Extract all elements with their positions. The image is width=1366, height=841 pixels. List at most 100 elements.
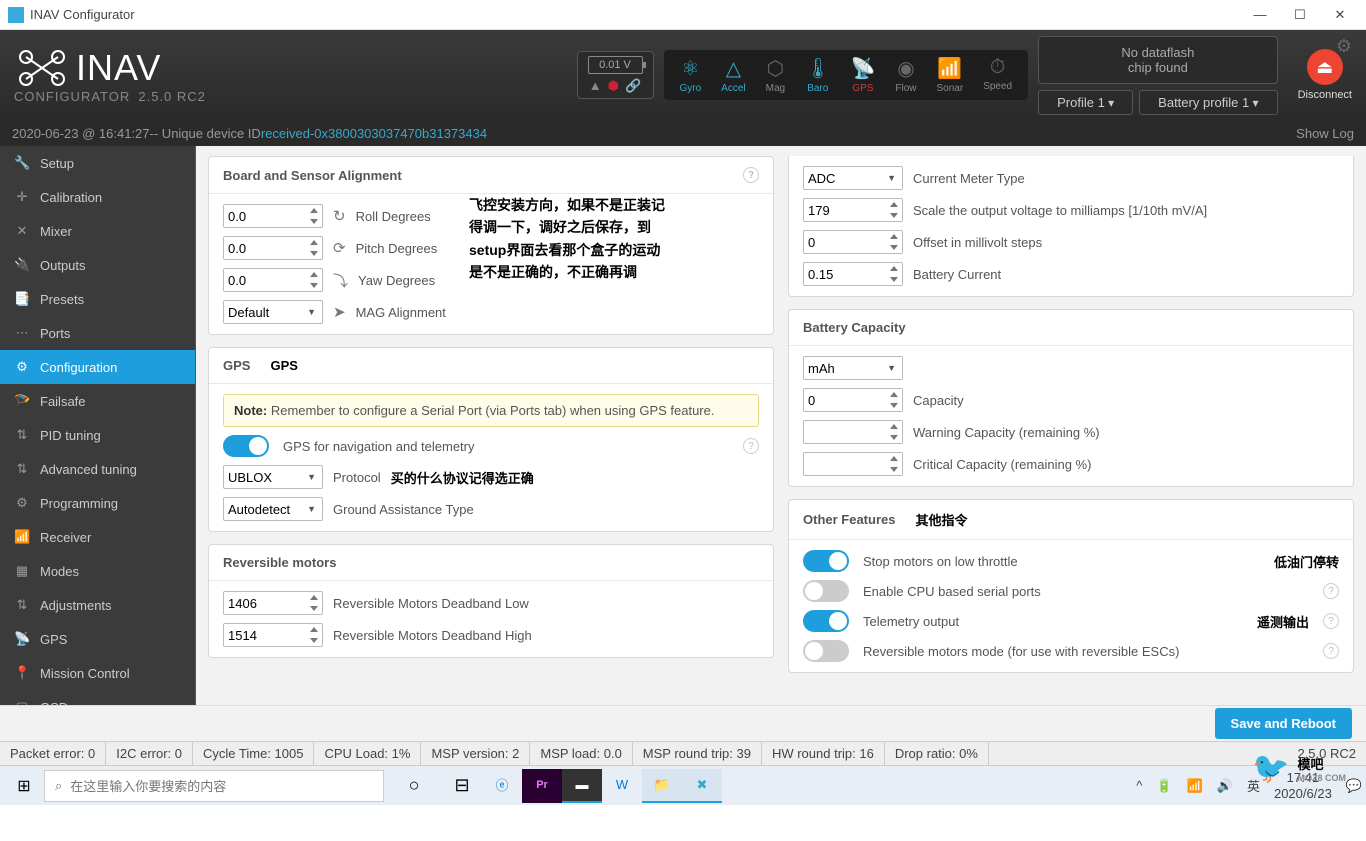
pitch-icon: ⟳: [333, 239, 346, 257]
bottom-bar: Save and Reboot: [0, 705, 1366, 741]
cortana-icon[interactable]: ○: [394, 766, 434, 806]
sidebar-item-receiver[interactable]: 📶Receiver: [0, 520, 195, 554]
capacity-input[interactable]: 0: [803, 388, 903, 412]
current-type-select[interactable]: ADC: [803, 166, 903, 190]
rev-high-input[interactable]: 1514: [223, 623, 323, 647]
help-icon[interactable]: ?: [1323, 643, 1339, 659]
help-icon[interactable]: ?: [1323, 583, 1339, 599]
settings-gear-icon[interactable]: ⚙: [1336, 36, 1352, 57]
yaw-input[interactable]: 0.0: [223, 268, 323, 292]
inav-app-icon[interactable]: ✖: [682, 769, 722, 803]
dataflash-status: No dataflashchip found: [1038, 36, 1277, 84]
explorer-icon[interactable]: 📁: [642, 769, 682, 803]
tray-volume-icon[interactable]: 🔊: [1217, 778, 1233, 794]
sidebar-item-configuration[interactable]: ⚙Configuration: [0, 350, 195, 384]
stop-motors-toggle[interactable]: [803, 550, 849, 572]
start-button[interactable]: ⊞: [4, 766, 44, 806]
titlebar: INAV Configurator — ☐ ✕: [0, 0, 1366, 30]
sidebar-item-modes[interactable]: ▦Modes: [0, 554, 195, 588]
sidebar-item-mixer[interactable]: ✕Mixer: [0, 214, 195, 248]
sidebar-item-mission-control[interactable]: 📍Mission Control: [0, 656, 195, 690]
crit-capacity-input[interactable]: [803, 452, 903, 476]
sidebar-item-pid-tuning[interactable]: ⇅PID tuning: [0, 418, 195, 452]
alert-icon: ⬢: [608, 78, 619, 94]
sensor-sonar: 📶Sonar: [927, 54, 974, 96]
current-panel: ADCCurrent Meter Type 179Scale the outpu…: [788, 156, 1354, 297]
reversible-mode-toggle[interactable]: [803, 640, 849, 662]
tray-wifi-icon[interactable]: 📶: [1187, 778, 1203, 794]
help-icon[interactable]: ?: [1323, 613, 1339, 629]
battery-widget: 0.01 V ▲ ⬢ 🔗: [577, 51, 654, 99]
taskbar-search[interactable]: ⌕在这里输入你要搜索的内容: [44, 770, 384, 802]
sensor-accel: △Accel: [711, 54, 755, 96]
wps-app-icon[interactable]: W: [602, 769, 642, 803]
sidebar-item-gps[interactable]: 📡GPS: [0, 622, 195, 656]
sidebar-item-ports[interactable]: ⋯Ports: [0, 316, 195, 350]
alignment-note-cn: 飞控安装方向，如果不是正装记得调一下，调好之后保存，到setup界面去看那个盒子…: [469, 194, 669, 284]
status-cell: Drop ratio: 0%: [885, 742, 989, 765]
sidebar-item-adjustments[interactable]: ⇅Adjustments: [0, 588, 195, 622]
show-log-button[interactable]: Show Log: [1296, 126, 1354, 141]
other-features-panel: Other Features其他指令 Stop motors on low th…: [788, 499, 1354, 673]
sidebar-item-presets[interactable]: 📑Presets: [0, 282, 195, 316]
edge-app-icon[interactable]: ⓔ: [482, 769, 522, 803]
status-cell: MSP round trip: 39: [633, 742, 762, 765]
warning-icon: ▲: [589, 78, 602, 94]
battery-profile-select[interactable]: Battery profile 1 ▾: [1139, 90, 1277, 115]
window-title: INAV Configurator: [30, 7, 1250, 22]
sensor-mag: ⬡Mag: [756, 54, 795, 96]
sensor-gyro: ⚛Gyro: [670, 54, 712, 96]
rev-low-input[interactable]: 1406: [223, 591, 323, 615]
maximize-button[interactable]: ☐: [1290, 7, 1310, 23]
close-button[interactable]: ✕: [1330, 7, 1350, 23]
capacity-panel: Battery Capacity mAh 0Capacity Warning C…: [788, 309, 1354, 487]
tray-up-icon[interactable]: ^: [1136, 778, 1142, 793]
current-scale-input[interactable]: 179: [803, 198, 903, 222]
telemetry-toggle[interactable]: [803, 610, 849, 632]
sidebar-item-osd[interactable]: ▢OSD: [0, 690, 195, 705]
current-offset-input[interactable]: 0: [803, 230, 903, 254]
save-reboot-button[interactable]: Save and Reboot: [1215, 708, 1352, 739]
help-icon[interactable]: ?: [743, 438, 759, 454]
help-icon[interactable]: ?: [743, 167, 759, 183]
sidebar-item-setup[interactable]: 🔧Setup: [0, 146, 195, 180]
tray-battery-icon[interactable]: 🔋: [1156, 778, 1172, 794]
profile-select[interactable]: Profile 1 ▾: [1038, 90, 1133, 115]
alignment-panel: Board and Sensor Alignment? 0.0↻Roll Deg…: [208, 156, 774, 335]
logo-text: INAV: [76, 47, 161, 89]
sidebar-item-programming[interactable]: ⚙Programming: [0, 486, 195, 520]
search-icon: ⌕: [55, 778, 62, 794]
battery-current-input[interactable]: 0.15: [803, 262, 903, 286]
battery-icon: 0.01 V: [588, 56, 643, 74]
sidebar-item-outputs[interactable]: 🔌Outputs: [0, 248, 195, 282]
taskview-icon[interactable]: ⊟: [442, 766, 482, 806]
disconnect-button[interactable]: Disconnect: [1298, 89, 1352, 101]
sensor-bar: ⚛Gyro△Accel⬡Mag🌡Baro📡GPS◉Flow📶Sonar⏱Spee…: [664, 50, 1029, 100]
premiere-app-icon[interactable]: Pr: [522, 769, 562, 803]
mag-select[interactable]: Default: [223, 300, 323, 324]
ground-assist-select[interactable]: Autodetect: [223, 497, 323, 521]
gps-note: Note: Remember to configure a Serial Por…: [223, 394, 759, 427]
gps-toggle[interactable]: [223, 435, 269, 457]
status-cell: HW round trip: 16: [762, 742, 885, 765]
cpu-serial-toggle[interactable]: [803, 580, 849, 602]
status-cell: MSP load: 0.0: [530, 742, 632, 765]
status-cell: Packet error: 0: [0, 742, 106, 765]
yaw-icon: ⤵: [333, 270, 348, 291]
reversible-panel: Reversible motors 1406Reversible Motors …: [208, 544, 774, 658]
warn-capacity-input[interactable]: [803, 420, 903, 444]
watermark: 🐦 模吧MOZ8 COM: [1252, 751, 1346, 786]
sidebar-item-calibration[interactable]: ✛Calibration: [0, 180, 195, 214]
sidebar-item-failsafe[interactable]: 🪂Failsafe: [0, 384, 195, 418]
minimize-button[interactable]: —: [1250, 7, 1270, 23]
protocol-select[interactable]: UBLOX: [223, 465, 323, 489]
log-bar: 2020-06-23 @ 16:41:27 -- Unique device I…: [0, 120, 1366, 146]
capacity-unit-select[interactable]: mAh: [803, 356, 903, 380]
status-bar: Packet error: 0I2C error: 0Cycle Time: 1…: [0, 741, 1366, 765]
sidebar-item-advanced-tuning[interactable]: ⇅Advanced tuning: [0, 452, 195, 486]
roll-input[interactable]: 0.0: [223, 204, 323, 228]
taskbar: ⊞ ⌕在这里输入你要搜索的内容 ○ ⊟ ⓔ Pr ▬ W 📁 ✖ ^ 🔋 📶 🔊…: [0, 765, 1366, 805]
app-icon-1[interactable]: ▬: [562, 769, 602, 803]
notifications-icon[interactable]: 💬: [1346, 778, 1362, 794]
pitch-input[interactable]: 0.0: [223, 236, 323, 260]
